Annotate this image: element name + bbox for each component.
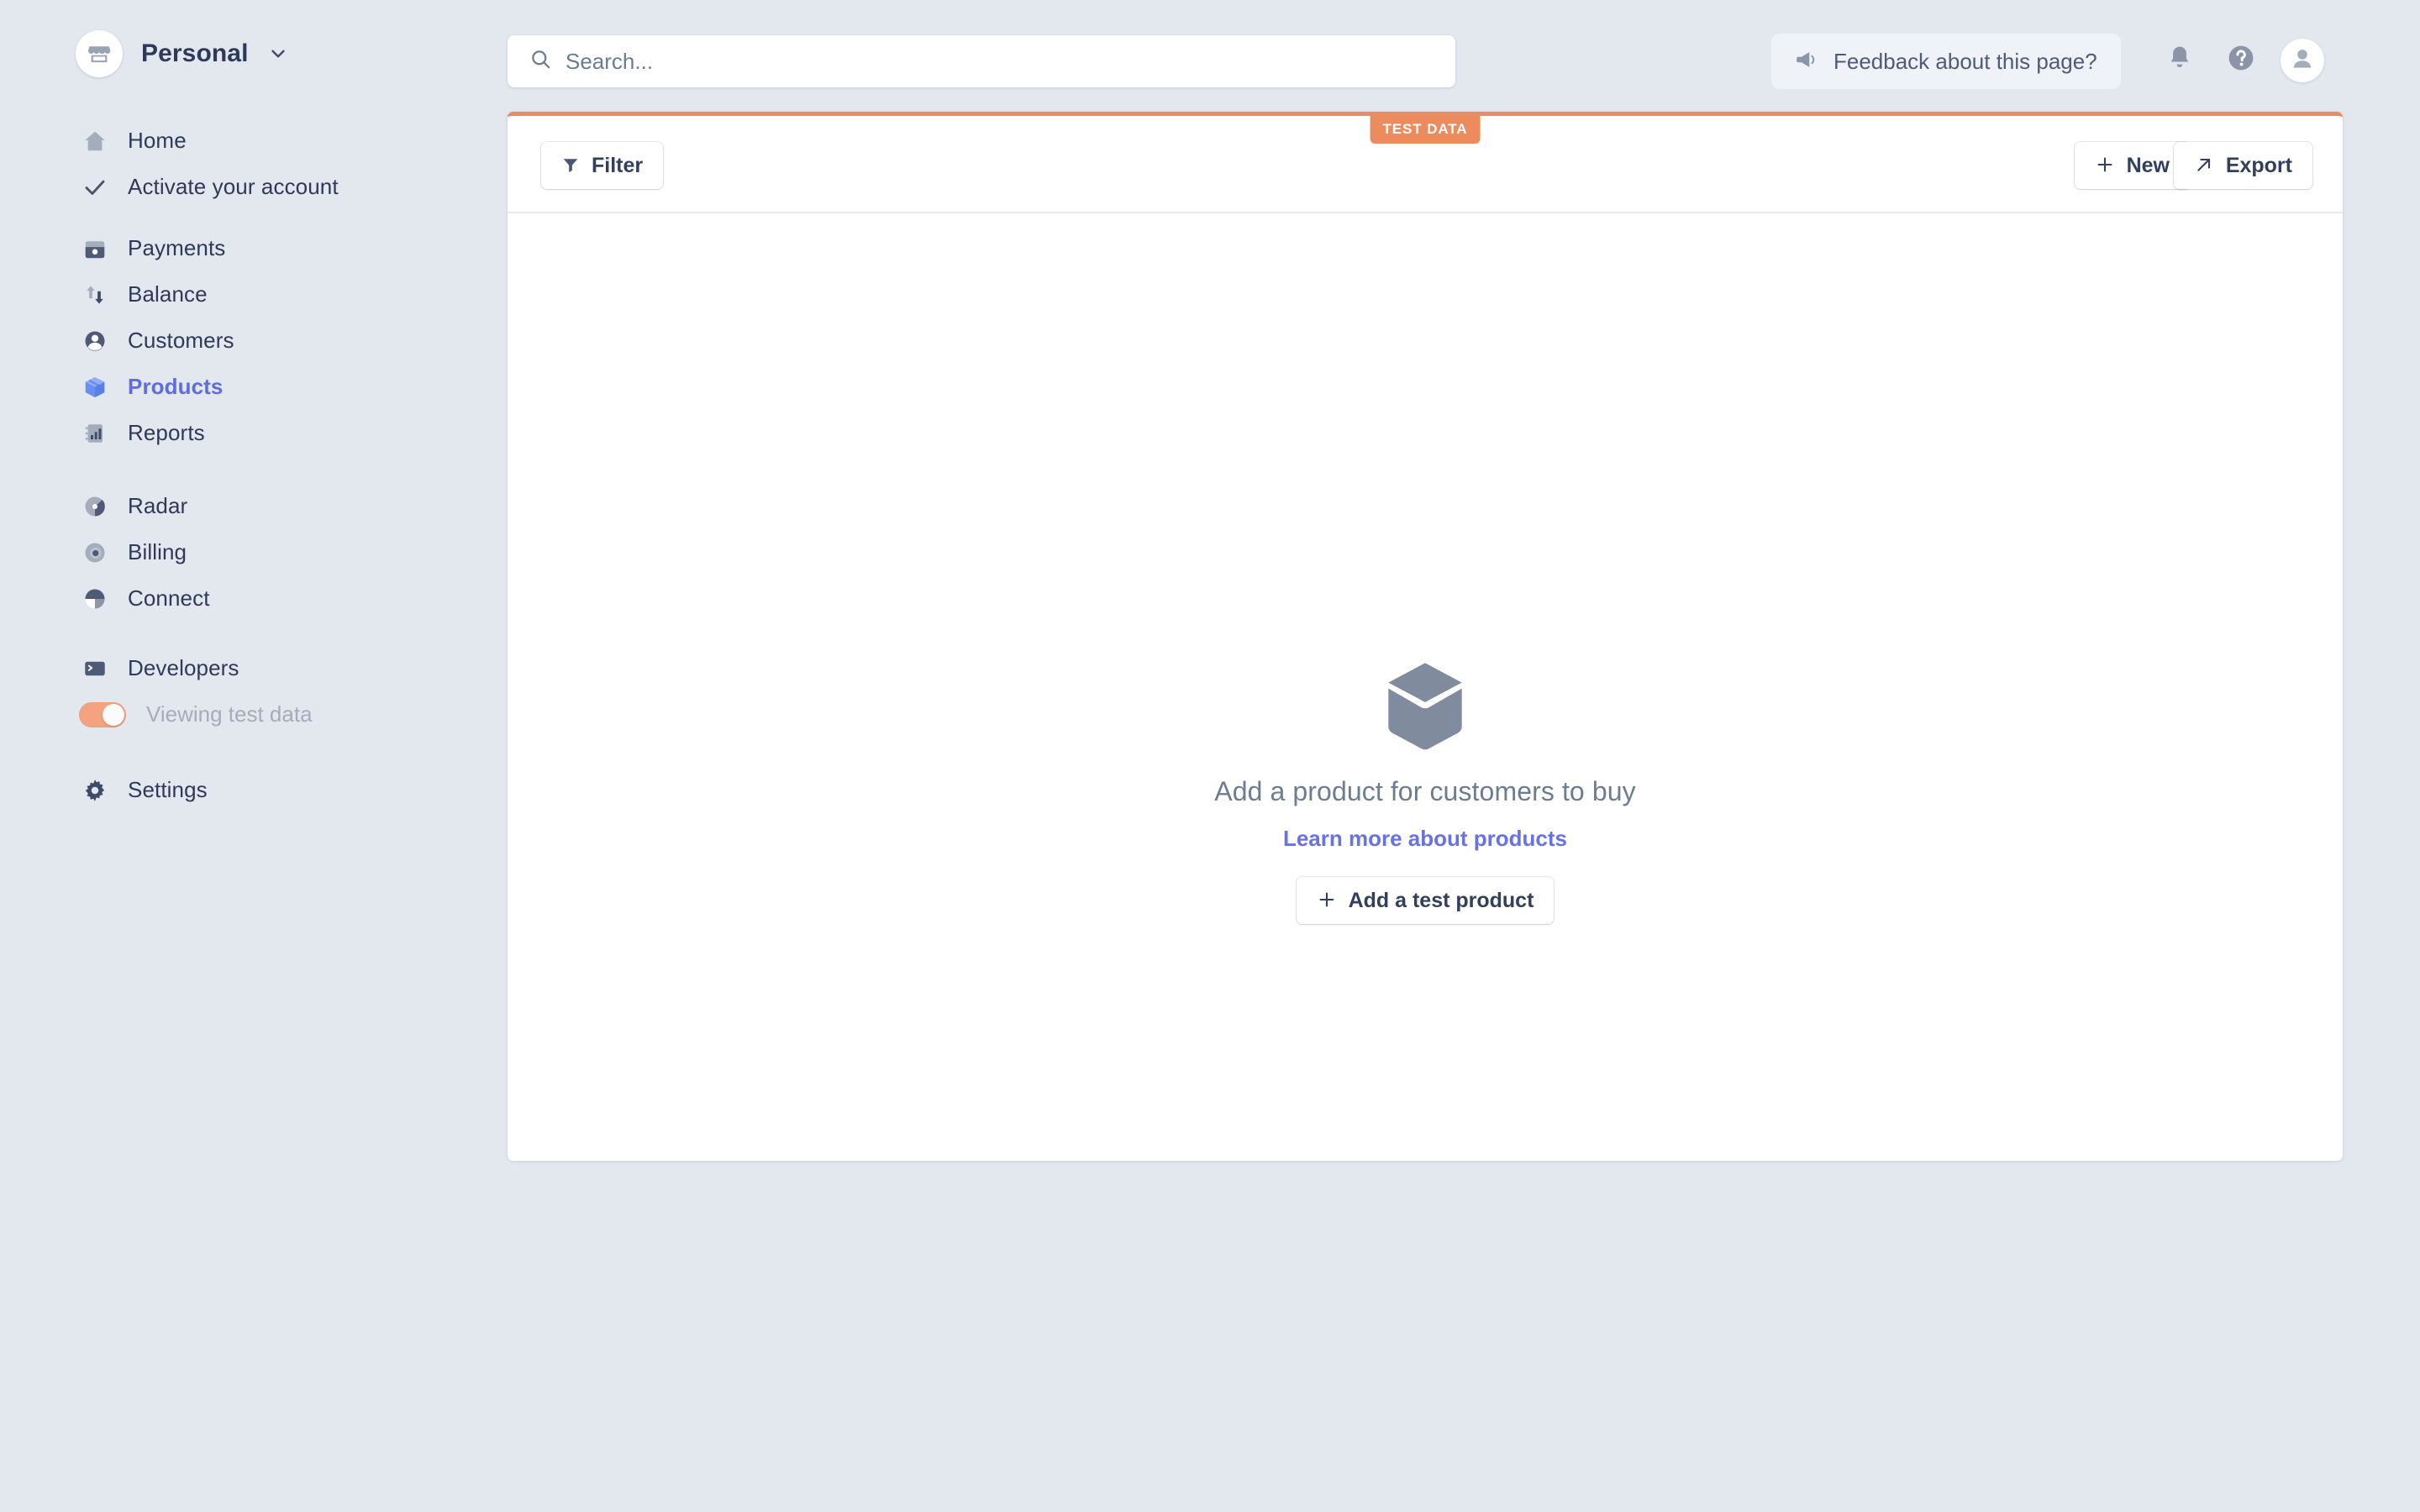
learn-more-link[interactable]: Learn more about products	[1283, 826, 1567, 852]
store-icon	[76, 30, 123, 77]
sidebar-item-settings[interactable]: Settings	[0, 767, 504, 813]
stripe-dashboard: Personal Home Activate your account Paym…	[0, 0, 2420, 1512]
radar-icon	[81, 492, 109, 521]
sidebar-item-balance[interactable]: Balance	[0, 271, 504, 318]
sidebar: Personal Home Activate your account Paym…	[0, 0, 504, 1512]
sidebar-item-connect[interactable]: Connect	[0, 575, 504, 622]
sidebar-item-payments[interactable]: Payments	[0, 225, 504, 271]
arrow-up-right-icon	[2194, 155, 2214, 177]
sidebar-item-products[interactable]: Products	[0, 364, 504, 410]
megaphone-icon	[1795, 48, 1818, 76]
card-toolbar: Filter New Export	[508, 116, 2343, 213]
sidebar-item-billing[interactable]: Billing	[0, 529, 504, 575]
bell-icon	[2165, 44, 2194, 76]
chevron-down-icon	[267, 43, 289, 65]
products-card: TEST DATA Filter New Export Add a produc…	[508, 112, 2343, 1161]
terminal-icon	[81, 654, 109, 683]
sidebar-item-label: Products	[128, 374, 224, 399]
sidebar-item-label: Balance	[128, 281, 208, 307]
notifications-button[interactable]	[2160, 40, 2199, 79]
plus-icon	[1317, 890, 1337, 912]
avatar[interactable]	[2281, 39, 2324, 82]
toggle-knob	[103, 703, 124, 726]
home-icon	[81, 127, 109, 155]
customers-person-icon	[81, 327, 109, 355]
funnel-icon	[561, 155, 580, 176]
search-icon	[529, 48, 552, 75]
viewing-test-data-label: Viewing test data	[146, 701, 313, 727]
sidebar-item-label: Developers	[128, 655, 239, 680]
add-test-product-label: Add a test product	[1348, 888, 1534, 912]
plus-icon	[2095, 155, 2115, 177]
sidebar-item-label: Settings	[128, 777, 208, 802]
filter-button[interactable]: Filter	[541, 142, 664, 189]
sidebar-item-home[interactable]: Home	[0, 118, 504, 164]
sidebar-item-label: Billing	[128, 539, 187, 564]
viewing-test-data-toggle[interactable]: Viewing test data	[0, 691, 504, 738]
sidebar-item-label: Home	[128, 128, 187, 153]
avatar-icon	[2288, 45, 2317, 77]
connect-icon	[81, 585, 109, 613]
filter-label: Filter	[592, 153, 644, 177]
sidebar-item-customers[interactable]: Customers	[0, 318, 504, 364]
sidebar-item-label: Connect	[128, 585, 210, 611]
empty-state-title: Add a product for customers to buy	[1214, 776, 1636, 806]
sidebar-item-radar[interactable]: Radar	[0, 483, 504, 529]
export-button[interactable]: Export	[2173, 142, 2312, 189]
payments-icon	[81, 234, 109, 263]
search-input[interactable]: Search...	[508, 35, 1455, 87]
export-label: Export	[2225, 153, 2292, 177]
empty-state: Add a product for customers to buy Learn…	[508, 213, 2343, 1161]
account-switcher[interactable]: Personal	[76, 30, 289, 77]
products-box-icon	[81, 373, 109, 402]
account-name: Personal	[141, 39, 249, 67]
question-circle-icon	[2226, 43, 2256, 77]
check-icon	[81, 173, 109, 202]
reports-bars-icon	[81, 419, 109, 448]
billing-icon	[81, 538, 109, 567]
sidebar-item-reports[interactable]: Reports	[0, 410, 504, 456]
feedback-label: Feedback about this page?	[1833, 48, 2097, 74]
nav-group-main: Home Activate your account	[0, 118, 504, 210]
sidebar-item-label: Customers	[128, 328, 234, 353]
sidebar-item-label: Payments	[128, 235, 226, 260]
toggle-switch[interactable]	[79, 701, 126, 727]
nav-group-extensions: Radar Billing Connect	[0, 483, 504, 622]
new-button[interactable]: New	[2074, 142, 2190, 189]
gear-icon	[81, 776, 109, 805]
balance-arrows-icon	[81, 281, 109, 309]
sidebar-item-activate-your-account[interactable]: Activate your account	[0, 164, 504, 210]
add-test-product-button[interactable]: Add a test product	[1296, 877, 1555, 924]
help-button[interactable]	[2222, 40, 2260, 79]
feedback-button[interactable]: Feedback about this page?	[1771, 34, 2121, 89]
nav-group-settings: Settings	[0, 767, 504, 813]
sidebar-item-developers[interactable]: Developers	[0, 645, 504, 691]
product-box-icon	[1370, 652, 1480, 761]
sidebar-item-label: Reports	[128, 420, 205, 445]
sidebar-item-label: Activate your account	[128, 174, 339, 199]
nav-group-developers: Developers Viewing test data	[0, 645, 504, 738]
sidebar-item-label: Radar	[128, 493, 188, 518]
new-label: New	[2126, 153, 2170, 177]
nav-group-products: Payments Balance Customers Products Repo…	[0, 225, 504, 456]
search-placeholder: Search...	[566, 48, 654, 74]
